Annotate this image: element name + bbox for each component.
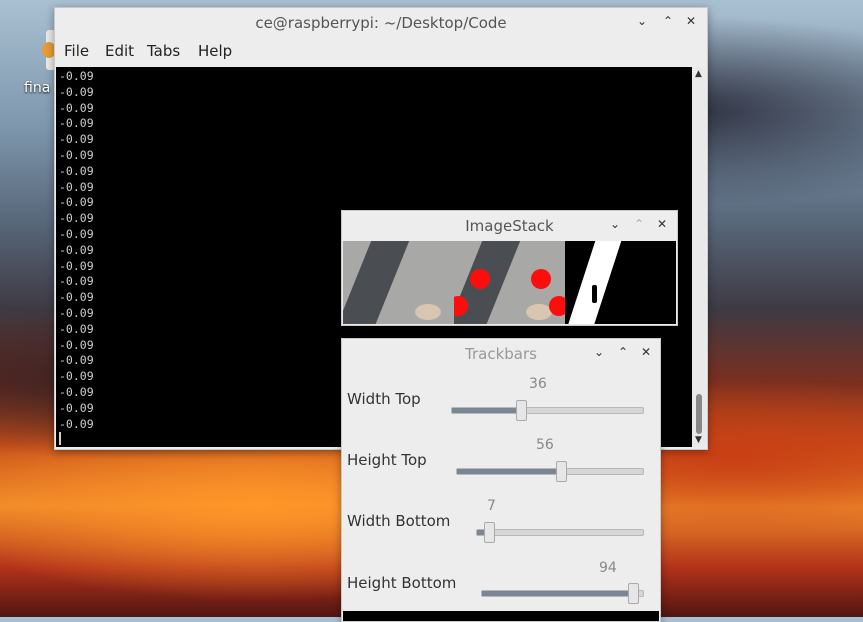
trackbars-titlebar[interactable]: Trackbars ⌄ ⌃ ✕ [342,339,660,367]
scroll-up-icon[interactable]: ▲ [695,69,702,79]
trackbar-label: Width Top [347,390,421,408]
trackbar-width-top: Width Top 36 [342,375,660,435]
image-stack [343,241,676,324]
terminal-titlebar[interactable]: ce@raspberrypi: ~/Desktop/Code ⌄ ⌃ ✕ [55,8,707,36]
terminal-cursor [59,432,61,446]
window-title: ce@raspberrypi: ~/Desktop/Code [255,14,507,32]
point-marker [470,269,490,289]
trackbar-value: 36 [529,376,547,392]
warped-image-with-points [454,241,565,324]
window-title: Trackbars [465,345,537,363]
close-icon[interactable]: ✕ [639,345,653,359]
point-marker [549,296,565,316]
trackbar-value: 7 [487,498,496,514]
maximize-icon[interactable]: ⌃ [632,217,646,231]
slider-handle[interactable] [484,522,495,543]
close-icon[interactable]: ✕ [655,217,669,231]
maximize-icon[interactable]: ⌃ [661,14,675,28]
slider-handle[interactable] [556,461,567,482]
minimize-icon[interactable]: ⌄ [592,345,606,359]
slider-handle[interactable] [628,583,639,604]
trackbar-label: Width Bottom [347,512,451,530]
slider-handle[interactable] [516,400,527,421]
maximize-icon[interactable]: ⌃ [616,345,630,359]
menu-edit[interactable]: Edit [105,42,134,60]
camera-image [343,241,454,324]
slider-track[interactable] [476,522,644,543]
scroll-down-icon[interactable]: ▼ [695,435,702,445]
scrollbar-thumb[interactable] [696,394,702,434]
point-marker [531,269,551,289]
trackbar-value: 56 [536,437,554,453]
trackbar-width-bottom: Width Bottom 7 [342,497,660,557]
trackbar-label: Height Bottom [347,574,457,592]
trackbars-canvas [343,611,659,621]
trackbar-height-bottom: Height Bottom 94 [342,559,660,619]
slider-track[interactable] [456,461,644,482]
minimize-icon[interactable]: ⌄ [608,217,622,231]
menu-file[interactable]: File [64,42,89,60]
trackbar-height-top: Height Top 56 [342,436,660,496]
menu-tabs[interactable]: Tabs [147,42,180,60]
menu-help[interactable]: Help [198,42,232,60]
scrollbar[interactable]: ▲ ▼ [692,67,706,447]
slider-track[interactable] [451,400,644,421]
menubar: File Edit Tabs Help [55,38,707,66]
imagestack-titlebar[interactable]: ImageStack ⌄ ⌃ ✕ [342,211,677,239]
trackbars-window: Trackbars ⌄ ⌃ ✕ Width Top 36 Height Top … [341,338,661,622]
window-title: ImageStack [465,217,554,235]
trackbar-value: 94 [599,560,617,576]
threshold-image [565,241,676,324]
imagestack-window: ImageStack ⌄ ⌃ ✕ [341,210,678,326]
close-icon[interactable]: ✕ [684,14,698,28]
slider-track[interactable] [481,583,644,604]
desktop-icon-label[interactable]: fina [24,80,50,96]
trackbar-label: Height Top [347,451,427,469]
minimize-icon[interactable]: ⌄ [635,14,649,28]
